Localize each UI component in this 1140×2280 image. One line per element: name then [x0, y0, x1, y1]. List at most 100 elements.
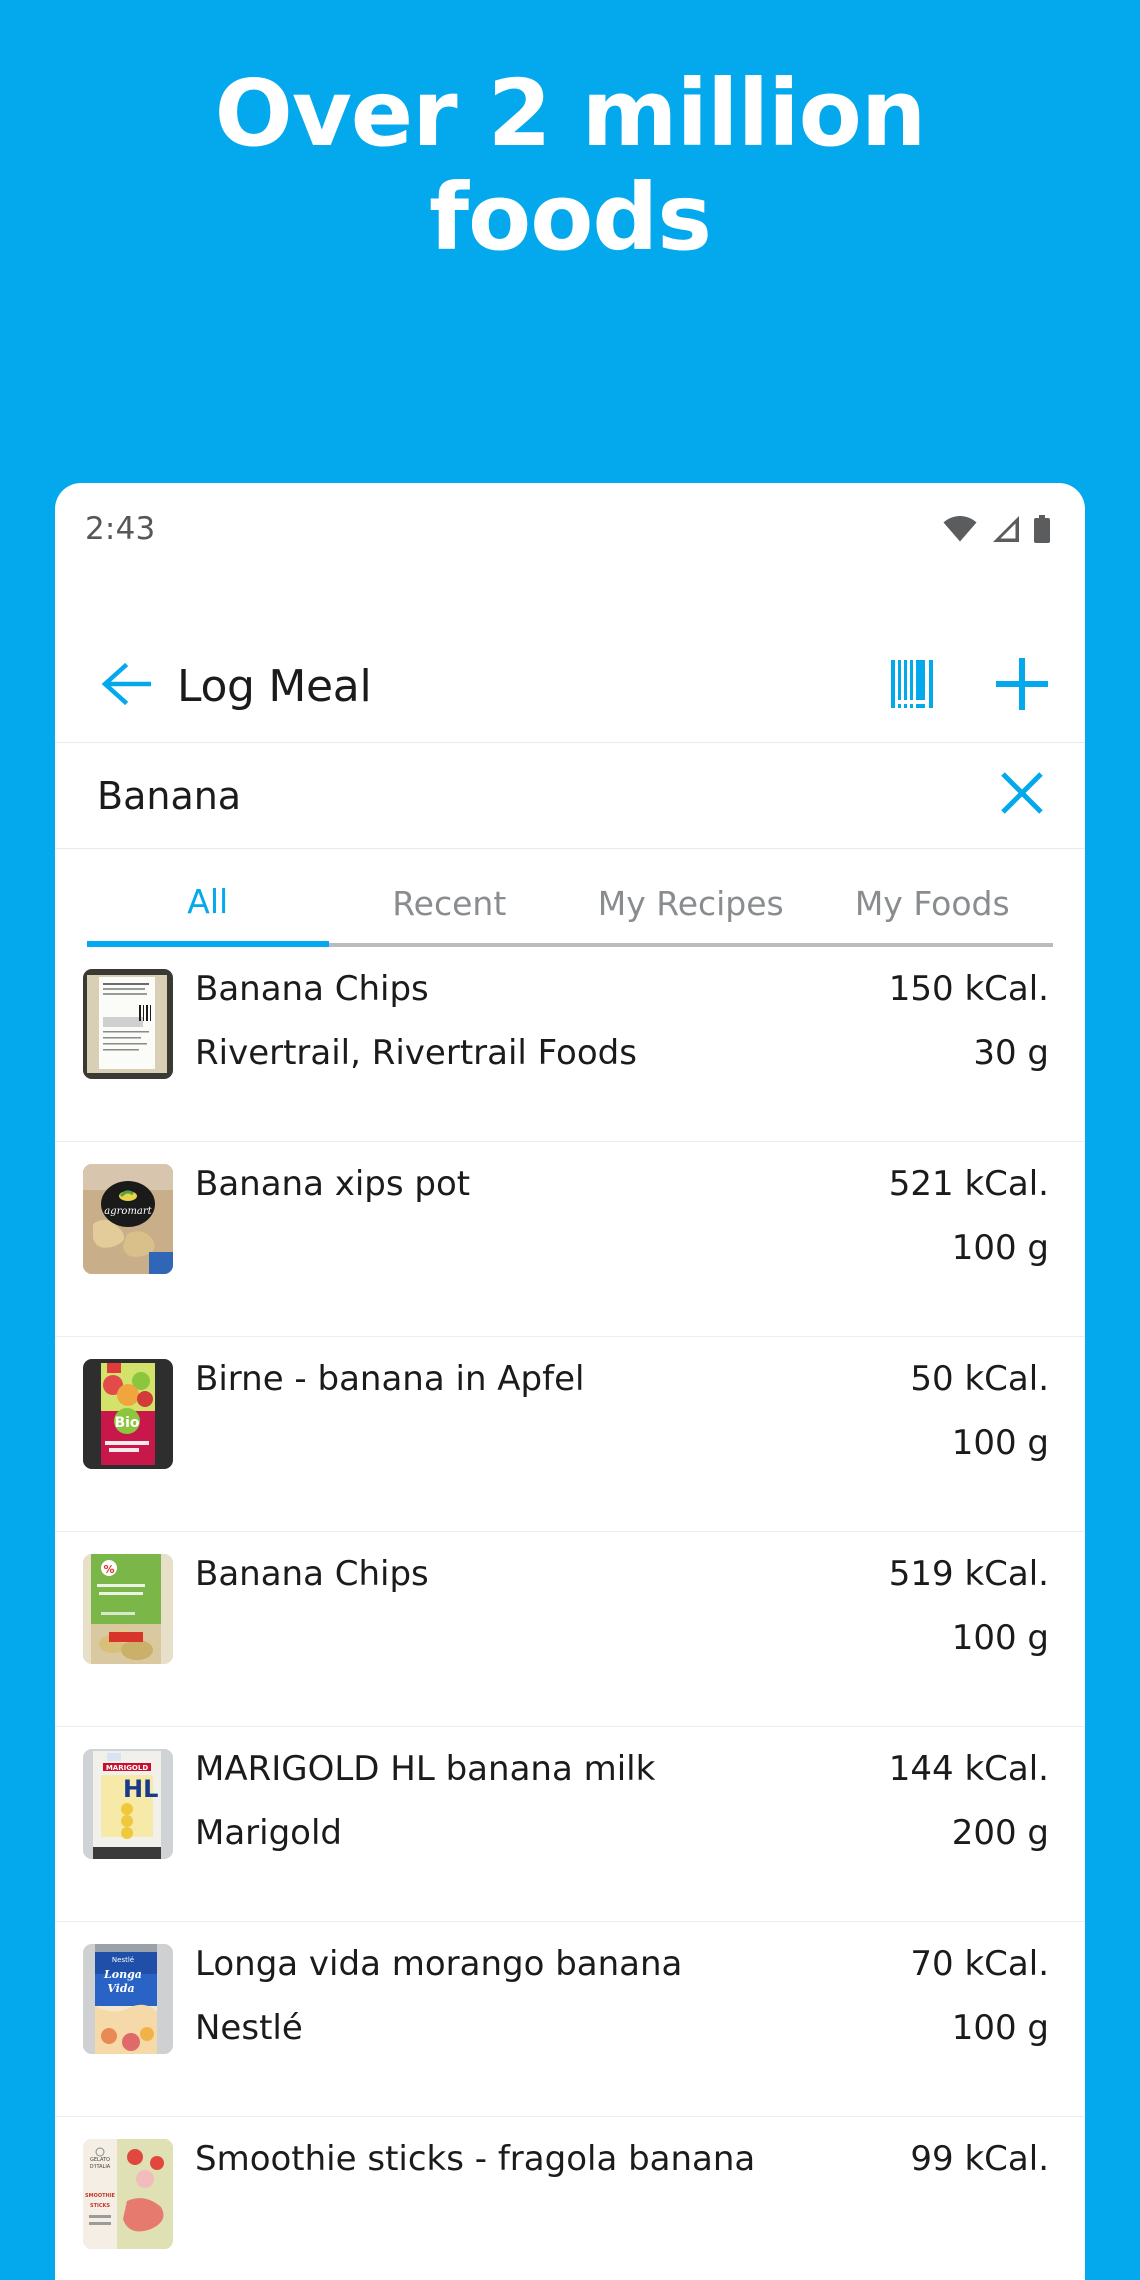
- food-brand: Nestlé: [195, 2008, 303, 2049]
- food-calories: 521 kCal.: [888, 1164, 1049, 1204]
- food-calories: 150 kCal.: [888, 969, 1049, 1009]
- svg-text:GELATO: GELATO: [90, 2157, 110, 2163]
- list-item-body: Smoothie sticks - fragola banana 99 kCal…: [173, 2139, 1049, 2280]
- tab-my-recipes[interactable]: My Recipes: [570, 849, 812, 947]
- list-item-text: MARIGOLD HL banana milk Marigold: [195, 1749, 871, 1899]
- food-serving: 30 g: [973, 1033, 1049, 1074]
- barcode-scan-button[interactable]: [885, 658, 943, 716]
- food-calories: 99 kCal.: [910, 2139, 1049, 2179]
- plus-icon: [993, 655, 1051, 718]
- svg-text:agromart: agromart: [104, 1206, 152, 1217]
- barcode-icon: [889, 658, 939, 715]
- food-name: Banana Chips: [195, 1554, 429, 1594]
- food-name: Banana xips pot: [195, 1164, 471, 1204]
- food-thumbnail: GELATO D'ITALIA SMOOTHIE STICKS: [83, 2139, 173, 2249]
- food-name: MARIGOLD HL banana milk: [195, 1749, 656, 1789]
- list-item-body: Banana Chips 519 kCal. 100 g: [173, 1554, 1049, 1704]
- search-input[interactable]: Banana: [97, 774, 241, 818]
- food-results-list: Banana Chips Rivertrail, Rivertrail Food…: [55, 947, 1085, 2280]
- list-item-text: Birne - banana in Apfel: [195, 1359, 892, 1509]
- food-calories: 519 kCal.: [888, 1554, 1049, 1594]
- list-item-body: MARIGOLD HL banana milk Marigold 144 kCa…: [173, 1749, 1049, 1899]
- promo-headline: Over 2 million foods: [214, 60, 927, 271]
- search-bar: Banana: [55, 743, 1085, 849]
- list-item[interactable]: Banana Chips Rivertrail, Rivertrail Food…: [55, 947, 1085, 1142]
- list-item-values: 521 kCal. 100 g: [871, 1164, 1049, 1314]
- list-item-text: Longa vida morango banana Nestlé: [195, 1944, 892, 2094]
- tab-label: My Recipes: [597, 884, 784, 923]
- svg-text:SMOOTHIE: SMOOTHIE: [85, 2193, 116, 2199]
- svg-text:D'ITALIA: D'ITALIA: [90, 2164, 111, 2170]
- battery-icon: [1033, 515, 1051, 543]
- list-item-text: Banana xips pot: [195, 1164, 871, 1314]
- clear-search-button[interactable]: [991, 765, 1053, 827]
- food-calories: 144 kCal.: [888, 1749, 1049, 1789]
- promo-banner: Over 2 million foods: [0, 0, 1140, 483]
- list-item-values: 50 kCal. 100 g: [892, 1359, 1049, 1509]
- back-arrow-icon: [101, 662, 153, 711]
- list-item-body: Banana xips pot 521 kCal. 100 g: [173, 1164, 1049, 1314]
- list-item[interactable]: Nestlé Longa Vida Longa vida morango ban…: [55, 1922, 1085, 2117]
- list-item-body: Birne - banana in Apfel 50 kCal. 100 g: [173, 1359, 1049, 1509]
- svg-text:Bio: Bio: [114, 1415, 139, 1431]
- tab-underline: [570, 943, 812, 947]
- list-item[interactable]: MARIGOLD HL MARIGOLD HL banana milk Mari…: [55, 1727, 1085, 1922]
- cellular-signal-icon: [990, 516, 1020, 542]
- food-name: Birne - banana in Apfel: [195, 1359, 585, 1399]
- list-item[interactable]: agromart Banana xips pot 521 kCal. 100 g: [55, 1142, 1085, 1337]
- list-item-body: Banana Chips Rivertrail, Rivertrail Food…: [173, 969, 1049, 1119]
- list-item-values: 99 kCal.: [892, 2139, 1049, 2280]
- tab-recent[interactable]: Recent: [328, 849, 570, 947]
- food-brand: Marigold: [195, 1813, 343, 1854]
- food-thumbnail: agromart: [83, 1164, 173, 1274]
- status-bar: 2:43: [55, 483, 1085, 575]
- tab-label: My Foods: [854, 884, 1010, 923]
- tab-underline: [811, 943, 1053, 947]
- tab-all[interactable]: All: [87, 849, 329, 947]
- tab-label: All: [187, 882, 229, 921]
- close-icon: [995, 766, 1049, 825]
- add-food-button[interactable]: [993, 658, 1051, 716]
- list-item-values: 144 kCal. 200 g: [871, 1749, 1049, 1899]
- food-serving: 100 g: [951, 1423, 1049, 1464]
- list-item[interactable]: Bio Birne - banana in Apfel 50 kCal. 100…: [55, 1337, 1085, 1532]
- page-title: Log Meal: [177, 661, 372, 712]
- back-button[interactable]: [99, 659, 155, 715]
- status-icon-group: [943, 515, 1051, 543]
- food-name: Smoothie sticks - fragola banana: [195, 2139, 756, 2179]
- food-thumbnail: %: [83, 1554, 173, 1664]
- list-item-body: Longa vida morango banana Nestlé 70 kCal…: [173, 1944, 1049, 2094]
- tab-underline: [328, 943, 570, 947]
- list-item[interactable]: % Banana Chips 519 kCal. 100 g: [55, 1532, 1085, 1727]
- svg-text:Nestlé: Nestlé: [112, 1956, 134, 1964]
- list-item-values: 70 kCal. 100 g: [892, 1944, 1049, 2094]
- tab-underline: [87, 941, 329, 947]
- food-calories: 70 kCal.: [910, 1944, 1049, 1984]
- food-name: Banana Chips: [195, 969, 429, 1009]
- food-thumbnail: MARIGOLD HL: [83, 1749, 173, 1859]
- list-item-values: 150 kCal. 30 g: [871, 969, 1049, 1119]
- food-name: Longa vida morango banana: [195, 1944, 683, 1984]
- svg-text:STICKS: STICKS: [90, 2203, 110, 2209]
- svg-text:%: %: [103, 1563, 114, 1576]
- food-thumbnail: Nestlé Longa Vida: [83, 1944, 173, 2054]
- list-item-values: 519 kCal. 100 g: [871, 1554, 1049, 1704]
- svg-text:Longa: Longa: [103, 1968, 142, 1981]
- food-serving: 100 g: [951, 1618, 1049, 1659]
- food-serving: 100 g: [951, 1228, 1049, 1269]
- status-time: 2:43: [85, 511, 156, 547]
- app-bar-actions: [885, 658, 1051, 716]
- phone-screen: 2:43 Log Meal Banana All Recent My Recip…: [55, 483, 1085, 2280]
- tab-my-foods[interactable]: My Foods: [811, 849, 1053, 947]
- food-thumbnail: Bio: [83, 1359, 173, 1469]
- svg-text:MARIGOLD: MARIGOLD: [106, 1764, 149, 1772]
- results-tabs: All Recent My Recipes My Foods: [55, 849, 1085, 947]
- tab-label: Recent: [392, 884, 507, 923]
- app-bar: Log Meal: [55, 631, 1085, 743]
- list-item-text: Smoothie sticks - fragola banana: [195, 2139, 892, 2280]
- list-item-text: Banana Chips: [195, 1554, 871, 1704]
- food-calories: 50 kCal.: [910, 1359, 1049, 1399]
- svg-text:HL: HL: [123, 1775, 158, 1803]
- list-item[interactable]: GELATO D'ITALIA SMOOTHIE STICKS Smoothie…: [55, 2117, 1085, 2280]
- food-serving: 100 g: [951, 2008, 1049, 2049]
